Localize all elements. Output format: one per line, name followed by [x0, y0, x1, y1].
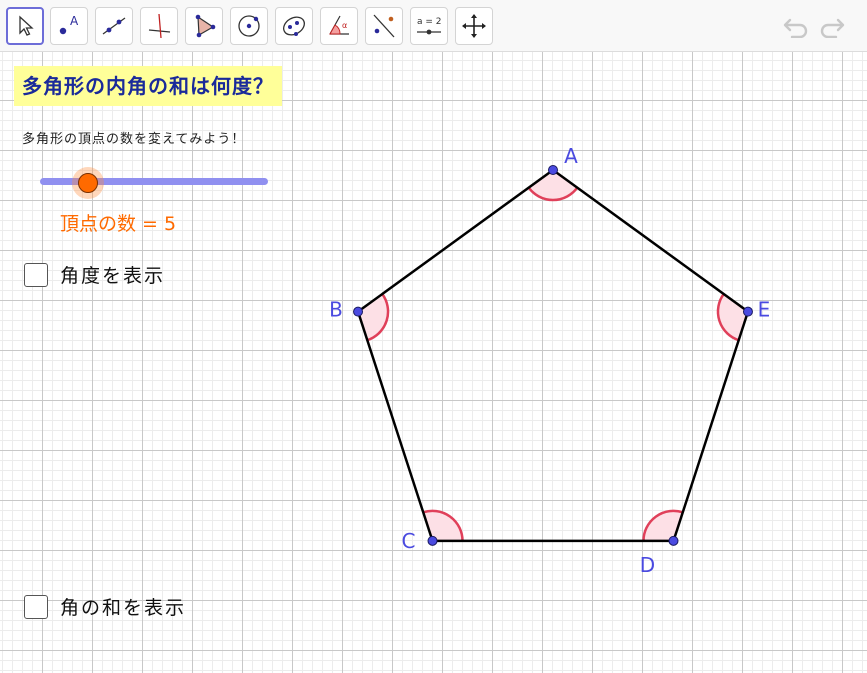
vertex-label-2: C	[402, 529, 416, 553]
angle-fill-3	[643, 510, 683, 541]
vertex-label-1: B	[329, 298, 343, 322]
vertex-point-2	[427, 535, 438, 546]
vertex-label-4: E	[758, 298, 771, 322]
svg-text:α: α	[342, 21, 347, 30]
graphics-view[interactable]: A B C D E 多角形の内角の和は何度？ 多角形の頂点の数を変えてみよう！ 頂点の数…	[0, 52, 867, 673]
undo-icon	[783, 18, 808, 38]
show-sum-checkbox[interactable]	[24, 594, 48, 619]
vertex-count-slider[interactable]	[40, 178, 268, 185]
polygon-tool-icon	[195, 14, 216, 38]
line-tool-button[interactable]	[95, 7, 133, 45]
move-tool-icon	[19, 15, 34, 36]
vertex-point-0	[548, 165, 558, 175]
move-graphics-view-tool-icon	[462, 14, 486, 38]
toolbar: A α a = 2	[0, 0, 867, 52]
show-angles-checkbox[interactable]	[24, 262, 48, 287]
redo-icon	[820, 18, 845, 38]
instruction-text: 多角形の頂点の数を変えてみよう！	[22, 132, 246, 147]
angle-tool-button[interactable]: α	[320, 7, 358, 45]
svg-text:A: A	[70, 14, 79, 28]
perpendicular-line-tool-button[interactable]	[140, 7, 178, 45]
polygon-edges	[356, 168, 750, 543]
vertex-point-4	[742, 306, 753, 317]
move-graphics-view-tool-button[interactable]	[455, 7, 493, 45]
show-sum-label: 角の和を表示	[60, 597, 187, 619]
show-angles-label: 角度を表示	[60, 265, 166, 287]
vertex-label-0: A	[564, 144, 578, 168]
vertex-point-1	[353, 306, 364, 317]
move-tool-button[interactable]	[6, 7, 44, 45]
angle-fill-2	[423, 510, 463, 541]
reflect-tool-button[interactable]	[365, 7, 403, 45]
point-tool-icon: A	[59, 14, 79, 35]
point-tool-button[interactable]: A	[50, 7, 88, 45]
polygon-tool-button[interactable]	[185, 7, 223, 45]
undo-button[interactable]	[781, 12, 811, 40]
vertex-point-3	[668, 535, 679, 546]
conic-tool-button[interactable]	[275, 7, 313, 45]
vertex-label-3: D	[640, 553, 655, 577]
circle-tool-button[interactable]	[230, 7, 268, 45]
line-tool-icon	[102, 17, 126, 35]
page-title: 多角形の内角の和は何度？	[14, 66, 282, 106]
show-angles-checkbox-row[interactable]: 角度を表示	[24, 261, 165, 288]
svg-text:a = 2: a = 2	[417, 17, 442, 27]
angle-tool-icon: α	[329, 15, 349, 35]
perpendicular-line-tool-icon	[148, 13, 171, 39]
reflect-tool-icon	[373, 14, 395, 38]
circle-tool-icon	[238, 15, 260, 37]
vertex-count-slider-knob[interactable]	[78, 173, 98, 193]
conic-tool-icon	[283, 16, 305, 36]
slider-tool-button[interactable]: a = 2	[410, 7, 448, 45]
show-sum-checkbox-row[interactable]: 角の和を表示	[24, 593, 186, 620]
slider-tool-icon: a = 2	[417, 17, 442, 35]
vertex-count-readout: 頂点の数 = 5	[60, 213, 177, 235]
redo-button[interactable]	[817, 12, 847, 40]
